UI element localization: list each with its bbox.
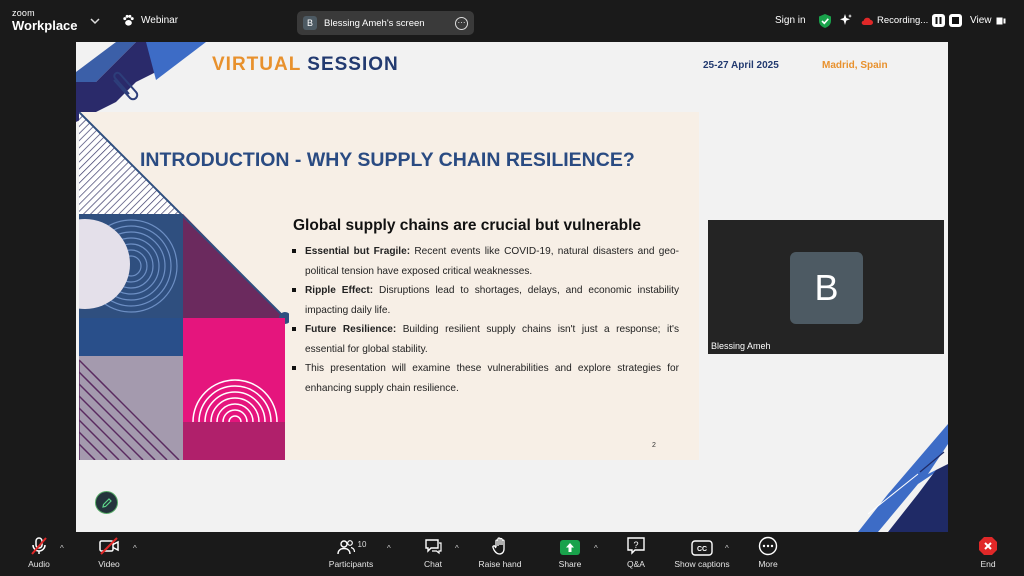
end-button[interactable]: End: [976, 532, 1000, 576]
event-dates: 25-27 April 2025: [703, 60, 779, 71]
share-label: Share: [558, 559, 582, 569]
participants-count: 10: [357, 540, 367, 549]
pause-recording-button[interactable]: [932, 14, 946, 27]
slide-title: INTRODUCTION - WHY SUPPLY CHAIN RESILIEN…: [140, 149, 635, 171]
sign-in-link[interactable]: Sign in: [775, 15, 806, 26]
meeting-toolbar: Audio ^ Video ^ 10 Participants ^ Chat ^…: [0, 532, 1024, 576]
participants-label: Participants: [328, 559, 374, 569]
top-bar: zoom Workplace Webinar B Blessing Ameh's…: [0, 0, 1024, 44]
list-item: Future Resilience: Building resilient su…: [289, 320, 679, 359]
pencil-icon: [101, 497, 112, 508]
screen-share-label: Blessing Ameh's screen: [324, 17, 425, 29]
participants-button[interactable]: 10 Participants: [325, 532, 377, 576]
share-button[interactable]: Share: [557, 532, 583, 576]
event-header: VIRTUAL SESSION: [212, 54, 399, 76]
audio-label: Audio: [28, 559, 50, 569]
bullet-text: This presentation will examine these vul…: [305, 363, 679, 394]
svg-text:?: ?: [633, 540, 638, 550]
end-meeting-icon: [979, 537, 997, 555]
captions-icon: CC: [691, 540, 713, 556]
captions-options-chevron-icon[interactable]: ^: [725, 544, 729, 553]
view-label: View: [970, 15, 992, 26]
zoom-workplace-logo[interactable]: zoom Workplace: [12, 8, 78, 33]
event-header-word1: VIRTUAL: [212, 54, 301, 75]
annotate-button[interactable]: [95, 491, 118, 514]
qa-icon: ?: [627, 537, 645, 555]
share-screen-icon: [560, 540, 580, 555]
list-item: Ripple Effect: Disruptions lead to short…: [289, 281, 679, 320]
paperclip-icon: [113, 71, 139, 101]
event-location: Madrid, Spain: [822, 60, 888, 71]
logo-small-text: zoom: [12, 8, 35, 18]
shield-check-icon[interactable]: [818, 13, 832, 29]
list-item: Essential but Fragile: Recent events lik…: [289, 242, 679, 281]
chat-options-chevron-icon[interactable]: ^: [455, 544, 459, 553]
list-item: This presentation will examine these vul…: [289, 359, 679, 398]
recording-label: Recording...: [877, 15, 929, 26]
slide-bullet-list: Essential but Fragile: Recent events lik…: [289, 242, 679, 398]
chat-icon: [425, 539, 442, 555]
recording-indicator: Recording...: [861, 14, 963, 27]
video-off-icon: [99, 537, 119, 555]
view-button[interactable]: View: [970, 15, 1006, 26]
end-label: End: [980, 559, 996, 569]
video-button[interactable]: Video: [94, 532, 124, 576]
video-label: Video: [98, 559, 120, 569]
video-options-chevron-icon[interactable]: ^: [133, 544, 137, 553]
chat-label: Chat: [424, 559, 442, 569]
decorative-corner-bottom-right: [858, 424, 948, 532]
pause-icon: [935, 17, 942, 24]
bullet-lead: Ripple Effect:: [305, 285, 374, 296]
more-button[interactable]: More: [755, 532, 781, 576]
participant-video-tile[interactable]: B Blessing Ameh: [708, 220, 944, 354]
qa-label: Q&A: [627, 559, 645, 569]
slide-page-number: 2: [652, 442, 656, 449]
ai-companion-icon[interactable]: [839, 13, 853, 27]
raise-hand-icon: [492, 537, 505, 555]
audio-button[interactable]: Audio: [26, 532, 52, 576]
svg-text:CC: CC: [697, 546, 707, 553]
participants-options-chevron-icon[interactable]: ^: [387, 544, 391, 553]
bullet-lead: Future Resilience:: [305, 324, 397, 335]
participant-name: Blessing Ameh: [711, 341, 771, 351]
stop-icon: [952, 17, 960, 24]
more-label: More: [758, 559, 778, 569]
view-layout-icon: [996, 17, 1005, 24]
paw-icon: [123, 14, 134, 26]
chat-button[interactable]: Chat: [421, 532, 445, 576]
raise-hand-label: Raise hand: [478, 559, 522, 569]
more-dots-icon: [758, 536, 778, 556]
screen-share-pill[interactable]: B Blessing Ameh's screen ···: [297, 11, 474, 35]
cloud-recording-icon: [861, 17, 873, 25]
more-options-icon[interactable]: ···: [455, 16, 468, 30]
audio-options-chevron-icon[interactable]: ^: [60, 544, 64, 553]
webinar-label: Webinar: [141, 15, 179, 26]
participants-icon: [336, 540, 355, 555]
qa-button[interactable]: ? Q&A: [624, 532, 648, 576]
chevron-down-icon[interactable]: [89, 15, 101, 27]
webinar-indicator[interactable]: Webinar: [122, 14, 178, 27]
show-captions-button[interactable]: CC Show captions: [670, 532, 734, 576]
avatar: B: [790, 252, 863, 324]
logo-big-text: Workplace: [12, 18, 78, 33]
muted-mic-icon: [31, 537, 47, 555]
slide-subtitle: Global supply chains are crucial but vul…: [293, 217, 641, 234]
bullet-lead: Essential but Fragile:: [305, 246, 411, 257]
slide-content: INTRODUCTION - WHY SUPPLY CHAIN RESILIEN…: [79, 112, 699, 460]
stop-recording-button[interactable]: [949, 14, 963, 27]
event-header-word2: SESSION: [307, 54, 399, 75]
raise-hand-button[interactable]: Raise hand: [476, 532, 524, 576]
sharer-avatar: B: [303, 16, 317, 30]
share-options-chevron-icon[interactable]: ^: [594, 544, 598, 553]
captions-label: Show captions: [674, 559, 730, 569]
